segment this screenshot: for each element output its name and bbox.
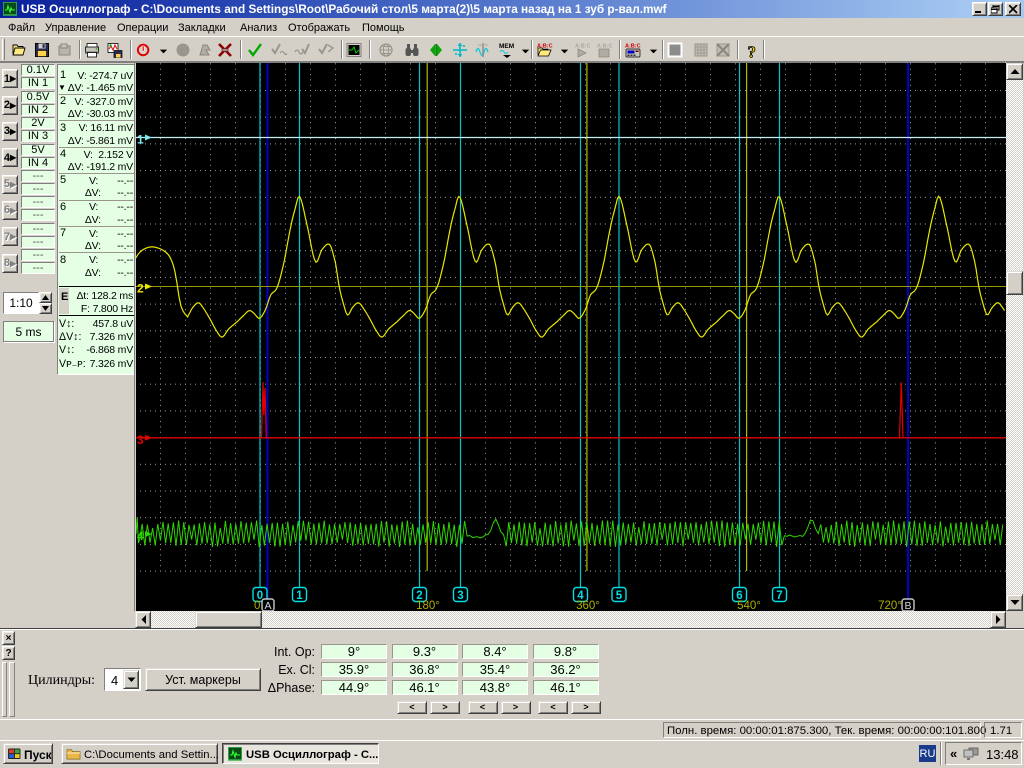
svg-text:A:B:C: A:B:C [575,44,590,50]
svg-text:540°: 540° [737,600,761,611]
svg-text:180°: 180° [416,600,440,611]
svg-text:4: 4 [137,529,144,543]
svg-text:A:B:C: A:B:C [625,44,641,50]
svg-text:B: B [904,600,911,611]
svg-text:MEM: MEM [499,43,514,50]
svg-text:1: 1 [296,590,303,602]
svg-text:2: 2 [137,282,144,296]
svg-text:3: 3 [137,433,144,447]
svg-text:A: A [264,600,271,611]
svg-text:5: 5 [616,590,623,602]
svg-text:1: 1 [137,133,144,147]
svg-text:A:B:C: A:B:C [597,44,612,50]
svg-text:360°: 360° [576,600,600,611]
svg-text:3: 3 [457,590,463,602]
svg-text:720°: 720° [878,600,902,611]
svg-text:0: 0 [254,600,260,611]
svg-text:?: ? [748,43,757,61]
svg-text:7: 7 [776,590,782,602]
